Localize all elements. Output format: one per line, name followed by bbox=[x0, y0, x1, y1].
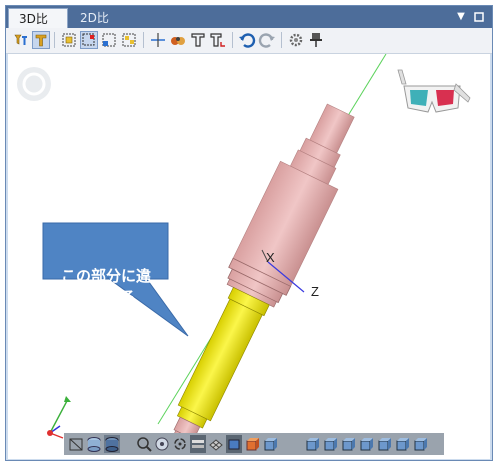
3d-viewport[interactable]: この部分に違 いがある X Z bbox=[8, 54, 490, 459]
redo-icon[interactable] bbox=[258, 31, 276, 49]
grid-view-icon[interactable] bbox=[208, 435, 224, 453]
dropdown-arrow-icon[interactable]: ▼ bbox=[454, 9, 468, 25]
maximize-icon[interactable] bbox=[472, 9, 486, 25]
callout-line-1: この部分に違 bbox=[60, 267, 151, 285]
toolbar bbox=[6, 28, 492, 54]
z-axis-label: Z bbox=[311, 284, 319, 299]
view-iso-5-icon[interactable] bbox=[376, 435, 392, 453]
world-axis-triad bbox=[47, 396, 71, 439]
rotate-view-icon[interactable] bbox=[172, 435, 188, 453]
measure-icon[interactable] bbox=[169, 31, 187, 49]
toolbar-separator bbox=[54, 32, 55, 48]
tab-bar: 3D比較 2D比較 ▼ bbox=[6, 6, 492, 46]
settings-gear-icon[interactable] bbox=[287, 31, 305, 49]
view-cube-wire-icon[interactable] bbox=[68, 435, 84, 453]
toolbar-separator bbox=[281, 32, 282, 48]
view-iso-3-icon[interactable] bbox=[340, 435, 356, 453]
shaded-view-icon[interactable] bbox=[226, 435, 242, 453]
zoom-icon[interactable] bbox=[136, 435, 152, 453]
color-box-icon[interactable] bbox=[244, 435, 260, 453]
view-iso-2-icon[interactable] bbox=[322, 435, 338, 453]
highlight-filter-icon[interactable] bbox=[32, 31, 50, 49]
comparison-panel: 3D比較 2D比較 ▼ bbox=[5, 5, 493, 461]
box-view-icon[interactable] bbox=[262, 435, 278, 453]
view-iso-7-icon[interactable] bbox=[412, 435, 428, 453]
3d-scene bbox=[17, 54, 471, 458]
bottom-view-toolbar bbox=[64, 433, 444, 455]
view-cylinder-dark-icon[interactable] bbox=[104, 435, 120, 453]
pin-icon[interactable] bbox=[307, 31, 325, 49]
toolbar-separator bbox=[232, 32, 233, 48]
callout-text: この部分に違 いがある bbox=[44, 266, 168, 308]
tab-3d-compare[interactable]: 3D比較 bbox=[8, 8, 68, 46]
view-iso-4-icon[interactable] bbox=[358, 435, 374, 453]
shaft-model[interactable] bbox=[150, 97, 370, 458]
view-iso-6-icon[interactable] bbox=[394, 435, 410, 453]
select-region-icon[interactable] bbox=[100, 31, 118, 49]
dimension-t-icon[interactable] bbox=[189, 31, 207, 49]
select-multi-icon[interactable] bbox=[120, 31, 138, 49]
callout-line-2: いがある bbox=[75, 288, 136, 306]
dimension-tl-icon[interactable] bbox=[209, 31, 227, 49]
select-box-icon[interactable] bbox=[80, 31, 98, 49]
x-axis-label: X bbox=[266, 250, 275, 265]
tab-2d-compare[interactable]: 2D比較 bbox=[70, 8, 126, 45]
filter-icon[interactable] bbox=[12, 31, 30, 49]
pan-icon[interactable] bbox=[154, 435, 170, 453]
section-view-icon[interactable] bbox=[190, 435, 206, 453]
toolbar-separator bbox=[143, 32, 144, 48]
3d-glasses-icon[interactable] bbox=[397, 69, 471, 113]
view-iso-1-icon[interactable] bbox=[304, 435, 320, 453]
view-cylinder-icon[interactable] bbox=[86, 435, 102, 453]
rotate-circle-icon[interactable] bbox=[17, 67, 51, 101]
section-plane-icon[interactable] bbox=[149, 31, 167, 49]
undo-icon[interactable] bbox=[238, 31, 256, 49]
select-part-icon[interactable] bbox=[60, 31, 78, 49]
